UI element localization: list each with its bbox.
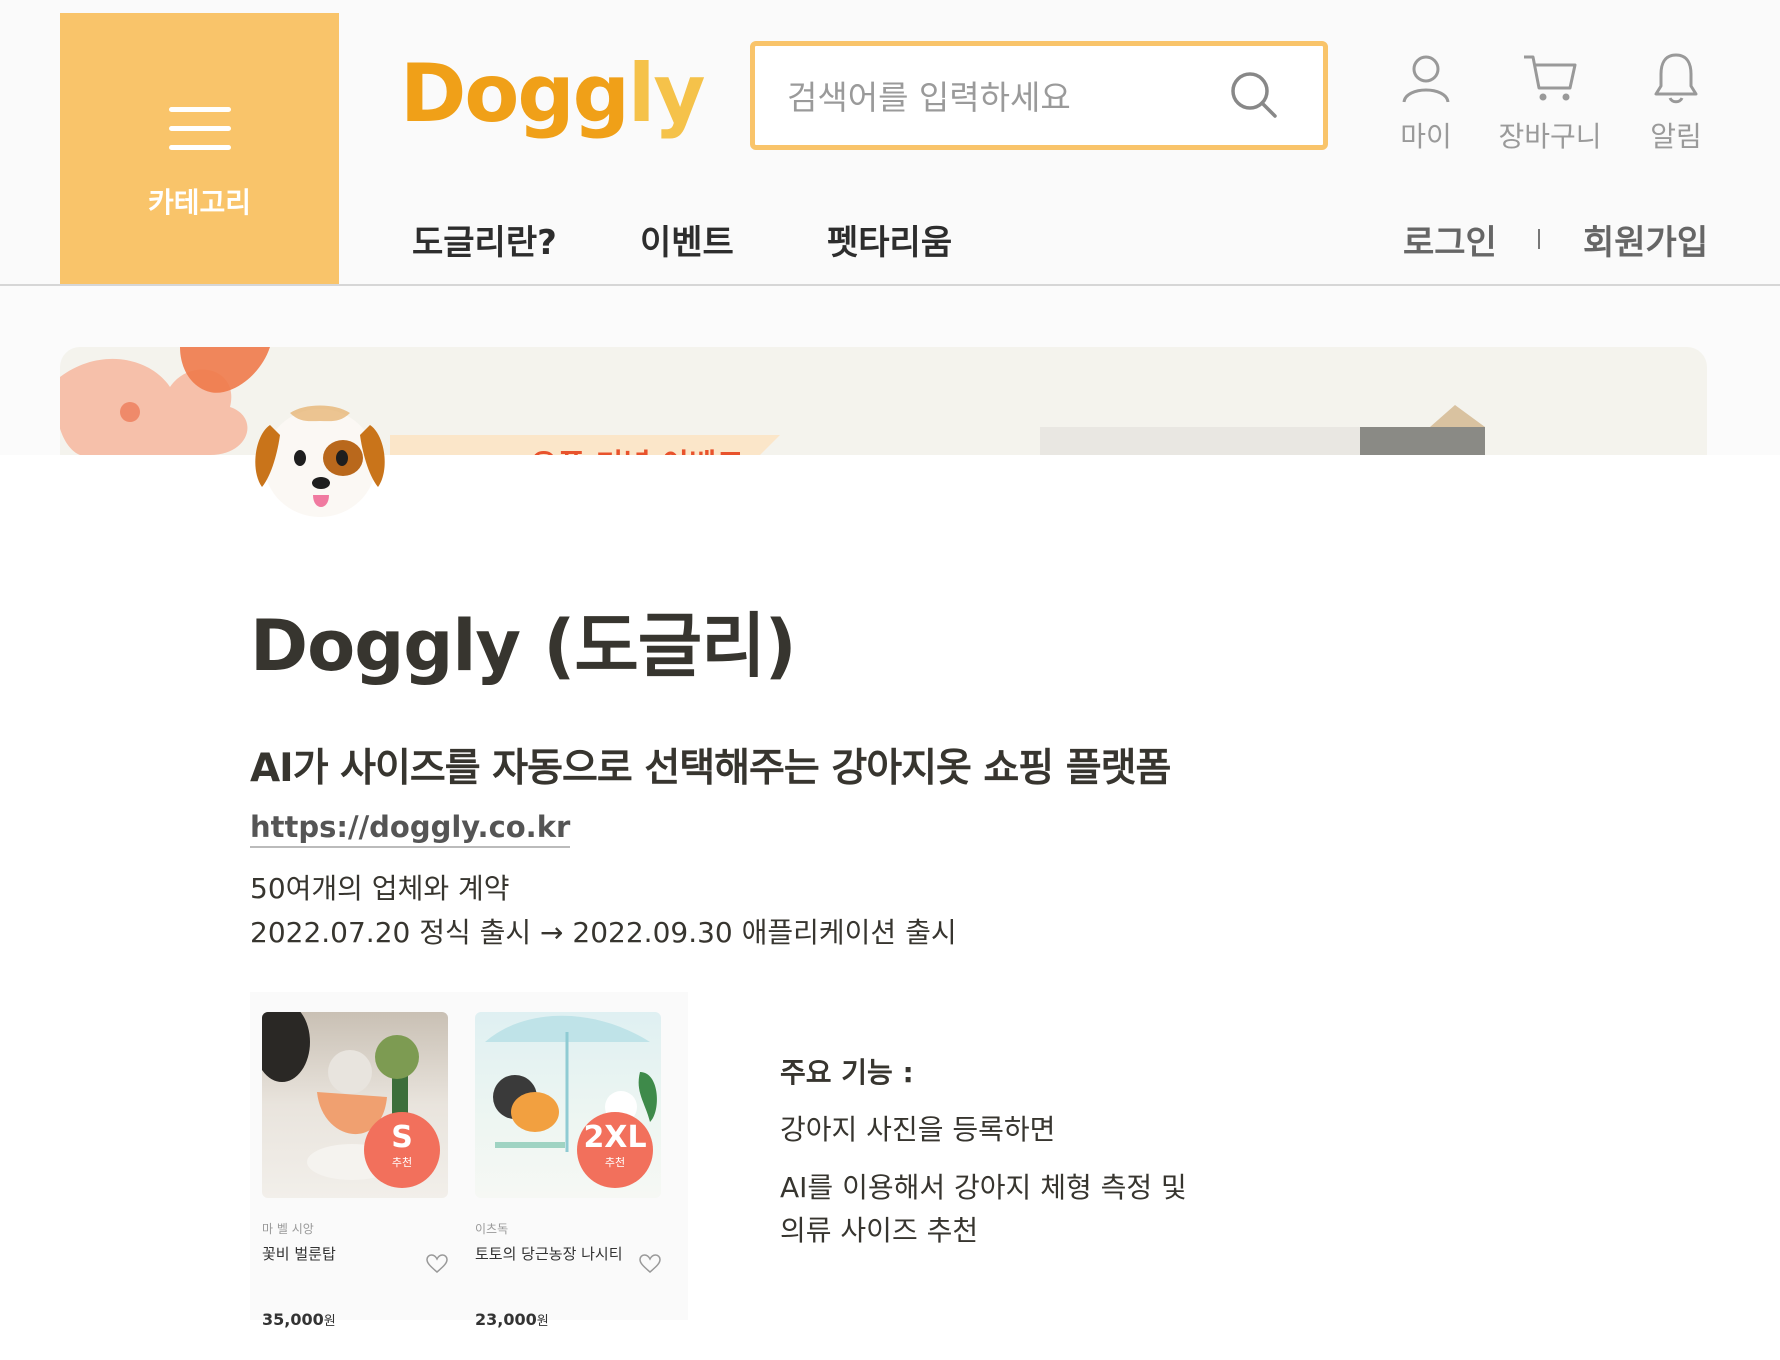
banner-text: 오픈 기념 이벤트 [530,440,744,455]
product-preview: S 추천 마 벨 시앙 꽃비 벌룬탑 35,000원 2XL 추천 이츠독 토토… [250,992,688,1329]
auth-divider [1538,229,1540,249]
cart-icon [1524,55,1577,101]
page-title: Doggly (도글리) [250,605,797,687]
product-price-unit: 원 [536,1314,549,1329]
product-price: 35,000원 [262,1310,336,1329]
search-input[interactable] [785,68,1209,126]
product-image: S 추천 [262,1012,448,1198]
notification-button[interactable]: 알림 [1644,52,1708,155]
category-label: 카테고리 [147,186,252,219]
my-page-label: 마이 [1400,120,1452,153]
feature-line-2: AI를 이용해서 강아지 체형 측정 및 [780,1171,1187,1204]
logo-part-1: Dogg [400,47,630,140]
heart-icon[interactable] [426,1254,448,1274]
product-image: 2XL 추천 [475,1012,661,1198]
user-icon [1402,55,1450,103]
cart-button[interactable]: 장바구니 [1490,52,1610,155]
logo-part-2: ly [627,47,706,140]
login-link[interactable]: 로그인 [1403,215,1497,264]
nav-petarium[interactable]: 펫타리움 [827,215,952,264]
category-menu-button[interactable]: 카테고리 [60,13,339,284]
product-card[interactable]: 2XL 추천 이츠독 토토의 당근농장 나시티 23,000원 [475,1012,661,1329]
dog-face-icon [255,405,385,517]
partners-text: 50여개의 업체와 계약 [250,872,510,905]
hamburger-icon [169,107,231,151]
feature-line-3: 의류 사이즈 추천 [780,1214,979,1247]
search-icon[interactable] [1229,70,1279,120]
features-heading: 주요 기능 : [780,1056,914,1089]
nav-about[interactable]: 도글리란? [412,215,557,264]
site-header: 카테고리 Doggly 마이 장바구니 알림 도글리란? 이벤트 펫타리움 로그… [0,0,1780,286]
product-price: 23,000원 [475,1310,549,1329]
size-badge: 2XL 추천 [577,1112,653,1188]
product-price-value: 35,000 [262,1310,324,1329]
size-badge-value: 2XL [583,1120,647,1155]
bell-icon [1654,53,1698,104]
feature-line-1: 강아지 사진을 등록하면 [780,1113,1056,1146]
website-link[interactable]: https://doggly.co.kr [250,810,571,848]
product-name: 꽃비 벌룬탑 [262,1245,336,1263]
signup-link[interactable]: 회원가입 [1583,215,1708,264]
search-box [750,41,1328,150]
size-badge: S 추천 [364,1112,440,1188]
my-page-button[interactable]: 마이 [1394,52,1458,155]
product-name: 토토의 당근농장 나시티 [475,1245,623,1263]
product-card[interactable]: S 추천 마 벨 시앙 꽃비 벌룬탑 35,000원 [262,1012,448,1329]
product-price-value: 23,000 [475,1310,537,1329]
size-badge-label: 추천 [604,1156,626,1169]
doggly-logo[interactable]: Doggly [400,44,706,144]
heart-icon[interactable] [639,1254,661,1274]
product-brand: 마 벨 시앙 [262,1222,314,1236]
product-price-unit: 원 [323,1314,336,1329]
size-badge-label: 추천 [391,1156,413,1169]
product-brand: 이츠독 [475,1222,509,1236]
launch-timeline-text: 2022.07.20 정식 출시 → 2022.09.30 애플리케이션 출시 [250,916,957,949]
cart-label: 장바구니 [1498,120,1602,153]
page-subtitle: AI가 사이즈를 자동으로 선택해주는 강아지옷 쇼핑 플랫폼 [250,746,1171,791]
nav-event[interactable]: 이벤트 [640,215,734,264]
notification-label: 알림 [1650,120,1702,153]
size-badge-value: S [391,1120,413,1155]
